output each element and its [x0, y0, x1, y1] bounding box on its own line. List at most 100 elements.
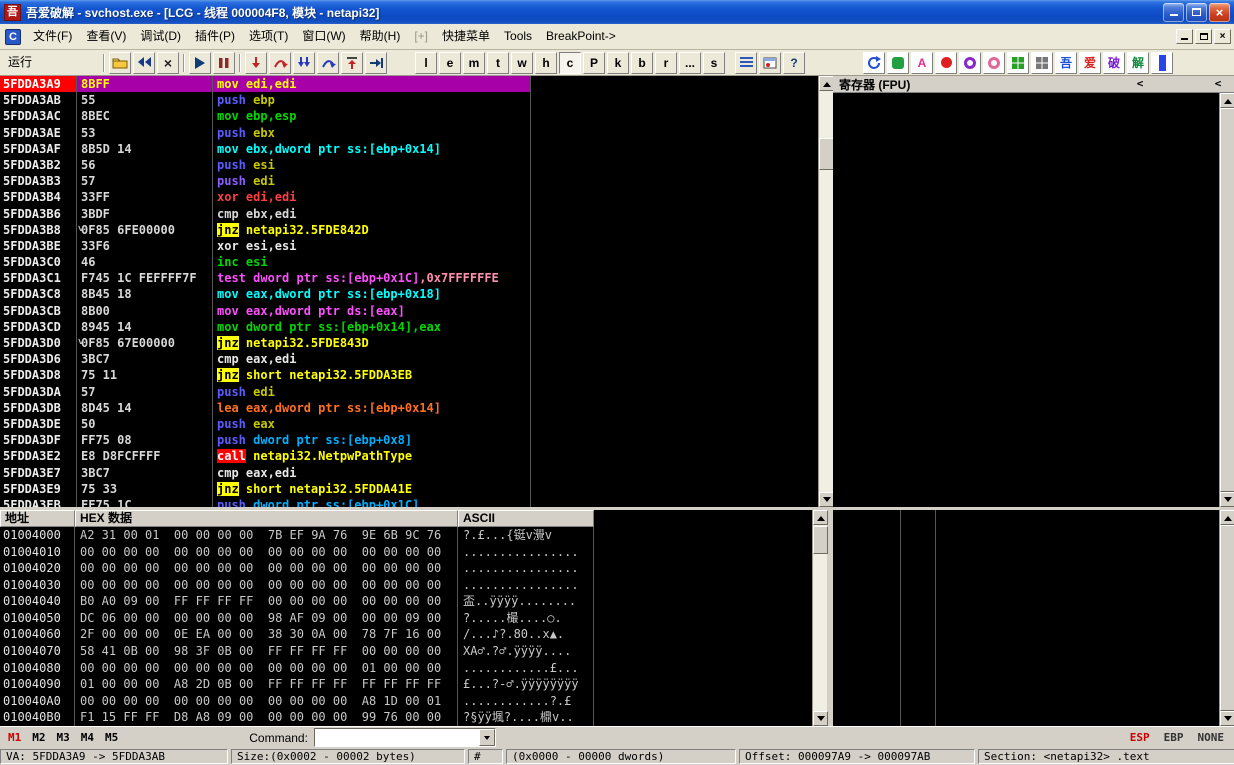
pojie-button-吾[interactable]: 吾 — [1055, 51, 1077, 74]
plugin-grid-button[interactable] — [1031, 51, 1053, 74]
plugin-bar-button[interactable] — [1151, 51, 1173, 74]
dump-row[interactable]: 01004090 01 00 00 00 A8 2D 0B 00 FF FF FF… — [0, 676, 812, 693]
disasm-row[interactable]: 5FDDA3DE 50 push eax — [0, 416, 818, 432]
mdi-minimize-button[interactable] — [1176, 29, 1193, 44]
disasm-row[interactable]: 5FDDA3D0 0F85 67E00000 jnz netapi32.5FDE84… — [0, 335, 818, 351]
windows-list-button[interactable] — [735, 51, 757, 74]
letter-button-P[interactable]: P — [583, 51, 605, 74]
pane-collapse-button[interactable]: < — [1132, 77, 1148, 91]
letter-button-w[interactable]: w — [511, 51, 533, 74]
plugin-grid-green-button[interactable] — [1007, 51, 1029, 74]
disasm-row[interactable]: 5FDDA3EB FF75 1C push dword ptr ss:[ebp+0x… — [0, 497, 818, 507]
menu-item[interactable]: 插件(P) — [188, 24, 242, 49]
disasm-row[interactable]: 5FDDA3D6 3BC7 cmp eax,edi — [0, 351, 818, 367]
disasm-row[interactable]: 5FDDA3D8 75 11 jnz short netapi32.5FDDA3EB — [0, 367, 818, 383]
dump-address-header[interactable]: 地址 — [0, 510, 75, 527]
dump-row[interactable]: 01004030 00 00 00 00 00 00 00 00 00 00 00… — [0, 577, 812, 594]
letter-button-h[interactable]: h — [535, 51, 557, 74]
letter-button-l[interactable]: l — [415, 51, 437, 74]
letter-button-b[interactable]: b — [631, 51, 653, 74]
pojie-button-破[interactable]: 破 — [1103, 51, 1125, 74]
scroll-down-button[interactable] — [1220, 711, 1234, 726]
letter-button-m[interactable]: m — [463, 51, 485, 74]
command-combo[interactable] — [313, 728, 496, 747]
column-divider[interactable] — [593, 527, 594, 726]
open-file-button[interactable] — [109, 51, 131, 74]
step-into-button[interactable] — [245, 51, 267, 74]
scroll-up-button[interactable] — [1220, 510, 1234, 525]
scroll-down-button[interactable] — [1220, 492, 1234, 507]
disasm-row[interactable]: 5FDDA3AE 53 push ebx — [0, 125, 818, 141]
dump-row[interactable]: 01004070 58 41 0B 00 98 3F 0B 00 FF FF FF… — [0, 643, 812, 660]
disasm-row[interactable]: 5FDDA3B8 0F85 6FE00000 jnz netapi32.5FDE84… — [0, 222, 818, 238]
memory-tab-M1[interactable]: M1 — [8, 731, 21, 744]
scroll-down-button[interactable] — [819, 492, 834, 507]
disasm-row[interactable]: 5FDDA3CB 8B00 mov eax,dword ptr ds:[eax] — [0, 303, 818, 319]
mdi-close-button[interactable]: × — [1214, 29, 1231, 44]
pojie-button-爱[interactable]: 爱 — [1079, 51, 1101, 74]
close-program-button[interactable]: × — [157, 51, 179, 74]
letter-button-r[interactable]: r — [655, 51, 677, 74]
registers-scrollbar[interactable] — [1219, 93, 1234, 507]
execute-till-return-button[interactable] — [341, 51, 363, 74]
disasm-row[interactable]: 5FDDA3AC 8BEC mov ebp,esp — [0, 108, 818, 124]
registers-panel[interactable]: 寄存器 (FPU) < < — [833, 76, 1234, 507]
column-divider[interactable] — [212, 76, 213, 507]
dump-row[interactable]: 01004000 A2 31 00 01 00 00 00 00 7B EF 9A… — [0, 527, 812, 544]
dump-row[interactable]: 01004080 00 00 00 00 00 00 00 00 00 00 00… — [0, 660, 812, 677]
pane-collapse-button[interactable]: < — [1210, 77, 1226, 91]
stack-scrollbar[interactable] — [1219, 510, 1234, 726]
plugin-rose-button[interactable] — [983, 51, 1005, 74]
column-divider[interactable] — [76, 76, 77, 507]
plugin-record-button[interactable] — [935, 51, 957, 74]
menu-item[interactable]: 查看(V) — [79, 24, 133, 49]
plugin-green-button[interactable] — [887, 51, 909, 74]
dump-ascii-header[interactable]: ASCII — [458, 510, 594, 527]
menu-item[interactable]: 快捷菜单 — [435, 24, 497, 49]
command-input[interactable] — [314, 729, 479, 746]
letter-button-e[interactable]: e — [439, 51, 461, 74]
disasm-row[interactable]: 5FDDA3AF 8B5D 14 mov ebx,dword ptr ss:[ebp… — [0, 141, 818, 157]
dump-row[interactable]: 010040A0 00 00 00 00 00 00 00 00 00 00 00… — [0, 693, 812, 710]
help-button[interactable]: ? — [783, 51, 805, 74]
letter-button-t[interactable]: t — [487, 51, 509, 74]
column-divider[interactable] — [900, 510, 901, 726]
memory-tab-M4[interactable]: M4 — [81, 731, 94, 744]
disasm-row[interactable]: 5FDDA3B3 57 push edi — [0, 173, 818, 189]
disasm-row[interactable]: 5FDDA3B4 33FF xor edi,edi — [0, 189, 818, 205]
memory-tab-M3[interactable]: M3 — [57, 731, 70, 744]
dump-row[interactable]: 01004040 B0 A0 09 00 FF FF FF FF 00 00 00… — [0, 593, 812, 610]
disasm-row[interactable]: 5FDDA3E2 E8 D8FCFFFF call netapi32.NetpwPa… — [0, 448, 818, 464]
disasm-row[interactable]: 5FDDA3A9 8BFF mov edi,edi — [0, 76, 818, 93]
menu-item[interactable]: BreakPoint-> — [539, 24, 623, 49]
animate-over-button[interactable] — [317, 51, 339, 74]
column-divider[interactable] — [457, 527, 458, 726]
disasm-row[interactable]: 5FDDA3E9 75 33 jnz short netapi32.5FDDA41E — [0, 481, 818, 497]
disassembly-panel[interactable]: 5FDDA3A9 8BFF mov edi,edi 5FDDA3AB 55 push eb… — [0, 76, 818, 507]
column-divider[interactable] — [935, 510, 936, 726]
letter-button-s[interactable]: s — [703, 51, 725, 74]
breakpoint-window-button[interactable] — [759, 51, 781, 74]
dump-scrollbar[interactable] — [812, 510, 828, 726]
plugin-a-button[interactable]: A — [911, 51, 933, 74]
letter-button-k[interactable]: k — [607, 51, 629, 74]
disasm-row[interactable]: 5FDDA3DF FF75 08 push dword ptr ss:[ebp+0x… — [0, 432, 818, 448]
combo-dropdown-button[interactable] — [478, 729, 495, 746]
disasm-row[interactable]: 5FDDA3C8 8B45 18 mov eax,dword ptr ss:[ebp… — [0, 286, 818, 302]
column-divider[interactable] — [530, 76, 531, 507]
run-button[interactable] — [189, 51, 211, 74]
hex-dump-panel[interactable]: 地址 HEX 数据 ASCII 01004000 A2 31 00 01 00 0… — [0, 510, 812, 726]
minimize-button[interactable] — [1163, 2, 1184, 22]
menu-item[interactable]: 调试(D) — [133, 24, 188, 49]
scroll-thumb[interactable] — [1220, 108, 1234, 492]
memory-tab-M5[interactable]: M5 — [105, 731, 118, 744]
scroll-down-button[interactable] — [813, 711, 828, 726]
menu-item[interactable]: Tools — [497, 24, 539, 49]
disasm-row[interactable]: 5FDDA3B6 3BDF cmp ebx,edi — [0, 206, 818, 222]
disasm-row[interactable]: 5FDDA3DB 8D45 14 lea eax,dword ptr ss:[ebp… — [0, 400, 818, 416]
menu-item[interactable]: 选项(T) — [242, 24, 295, 49]
mdi-restore-button[interactable] — [1195, 29, 1212, 44]
disasm-row[interactable]: 5FDDA3C1 F745 1C FEFFFF7F test dword ptr s… — [0, 270, 818, 286]
letter-button-more[interactable]: ... — [679, 51, 701, 74]
step-over-button[interactable] — [269, 51, 291, 74]
